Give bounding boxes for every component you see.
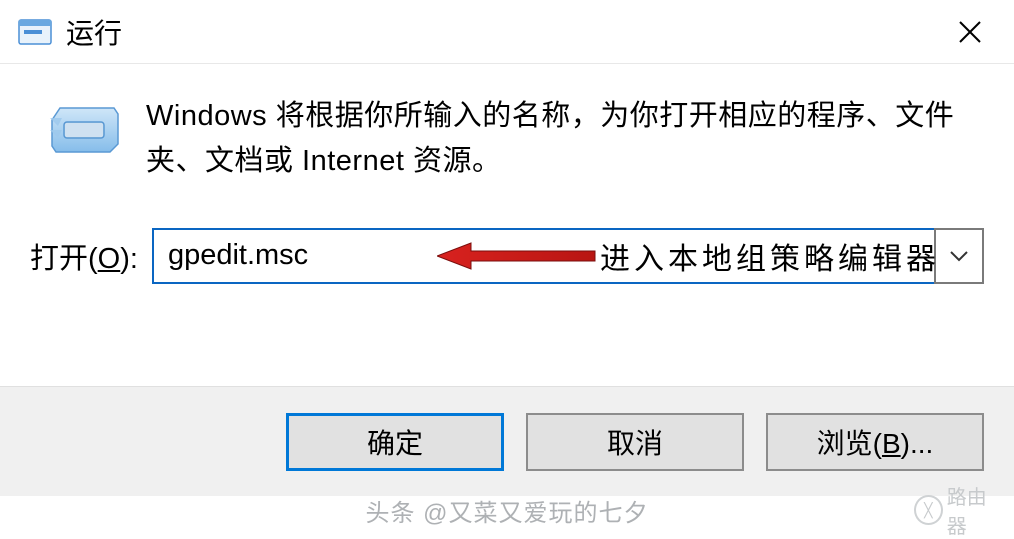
button-bar: 确定 取消 浏览(B)... <box>0 386 1014 496</box>
watermark: ╳ 路由器 <box>914 488 1004 532</box>
watermark-icon: ╳ <box>914 495 943 525</box>
ok-button[interactable]: 确定 <box>286 413 504 471</box>
run-app-icon <box>18 17 52 47</box>
chevron-down-icon <box>949 250 969 262</box>
description-text: Windows 将根据你所输入的名称，为你打开相应的程序、文件夹、文档或 Int… <box>146 94 984 184</box>
combo-dropdown-button[interactable] <box>934 228 984 284</box>
dialog-body: Windows 将根据你所输入的名称，为你打开相应的程序、文件夹、文档或 Int… <box>0 64 1014 304</box>
open-input[interactable] <box>152 228 934 284</box>
run-large-icon <box>50 100 120 156</box>
description-row: Windows 将根据你所输入的名称，为你打开相应的程序、文件夹、文档或 Int… <box>30 94 984 184</box>
close-icon <box>957 19 983 45</box>
open-label: 打开(O): <box>30 235 138 277</box>
attribution-text: 头条 @又菜又爱玩的七夕 <box>0 493 1014 528</box>
close-button[interactable] <box>950 12 990 52</box>
open-combobox: 进入本地组策略编辑器 <box>152 228 984 284</box>
open-row: 打开(O): 进入本地组策略编辑器 <box>30 228 984 284</box>
titlebar: 运行 <box>0 0 1014 64</box>
cancel-button[interactable]: 取消 <box>526 413 744 471</box>
window-title: 运行 <box>66 12 122 52</box>
browse-button[interactable]: 浏览(B)... <box>766 413 984 471</box>
